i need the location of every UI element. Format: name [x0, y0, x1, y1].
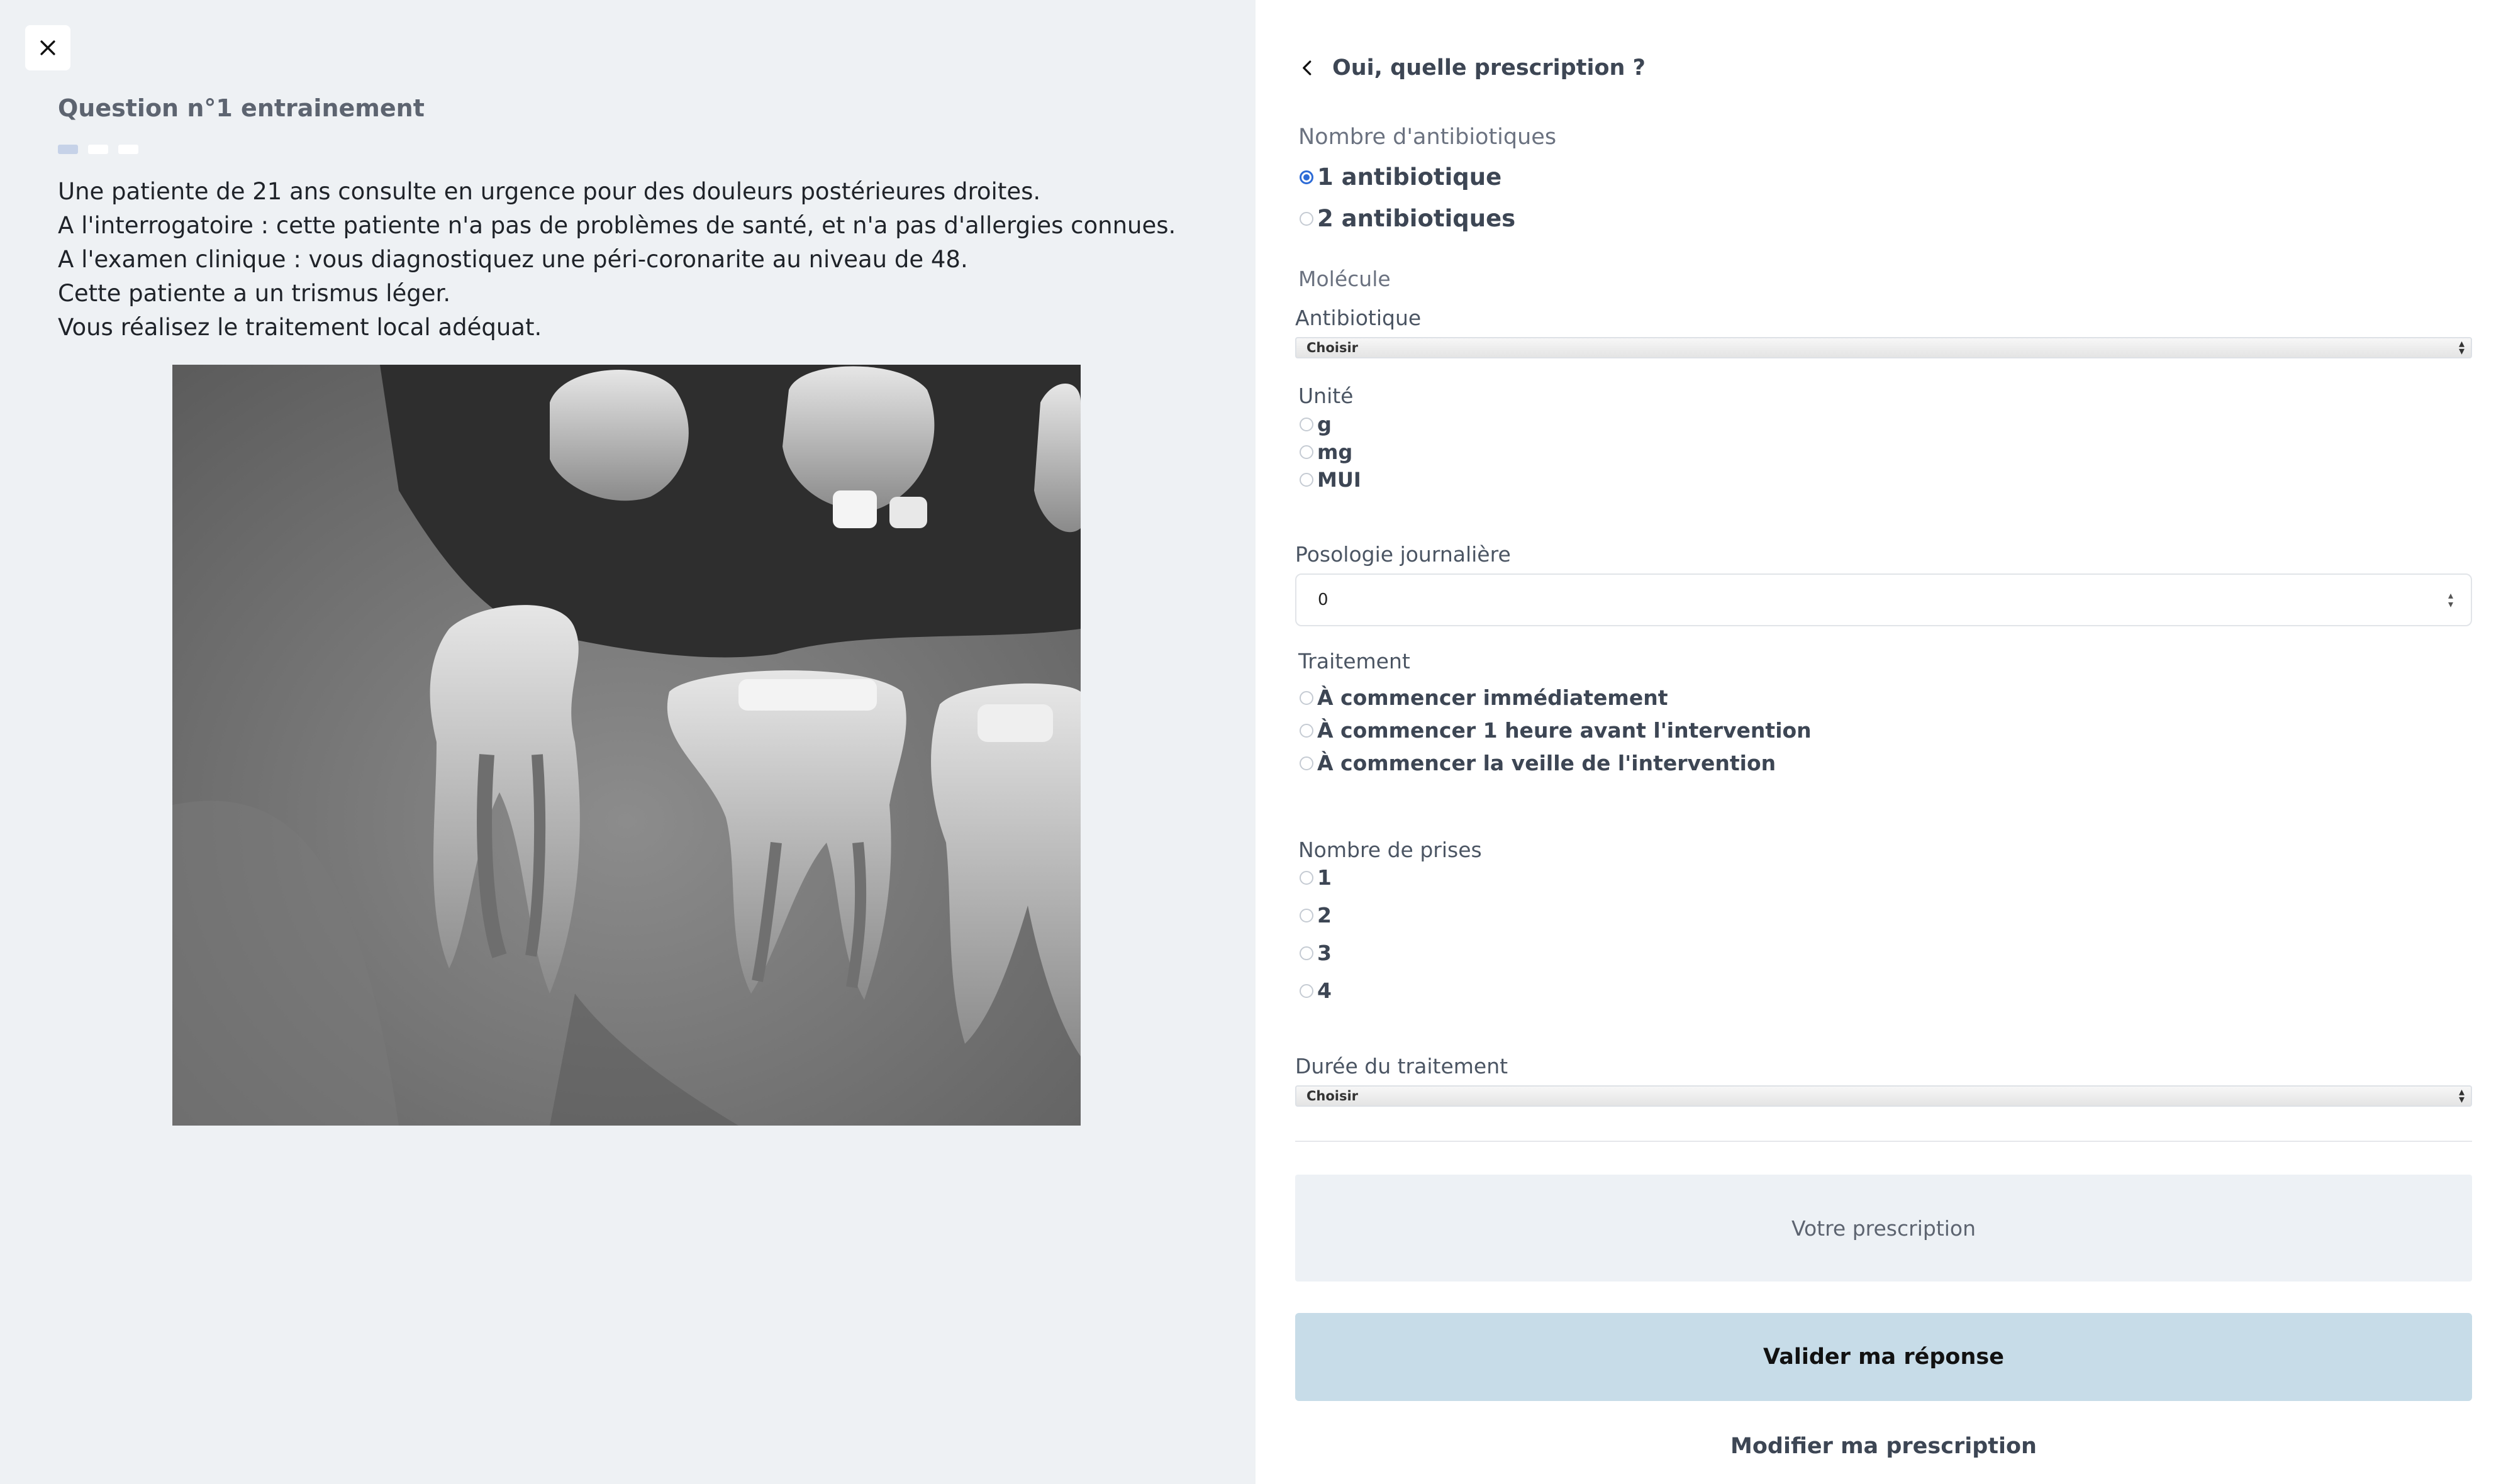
radio-label: g: [1317, 413, 1332, 436]
progress-step-1: [58, 145, 78, 154]
duration-select-value: Choisir: [1306, 1088, 1359, 1104]
radio-intakes-1[interactable]: 1: [1300, 865, 1332, 890]
close-button[interactable]: [25, 25, 70, 70]
radio-button[interactable]: [1300, 908, 1313, 922]
antibiotic-select[interactable]: Choisir ▴ ▾: [1295, 337, 2472, 358]
radio-antibiotic-2[interactable]: 2 antibiotiques: [1300, 205, 1515, 232]
radio-button[interactable]: [1300, 170, 1313, 184]
unit-label: Unité: [1298, 384, 1354, 408]
radio-intakes-3[interactable]: 3: [1300, 941, 1332, 965]
radio-treatment-1h-before[interactable]: À commencer 1 heure avant l'intervention: [1300, 718, 1812, 743]
question-line: A l'interrogatoire : cette patiente n'a …: [58, 212, 1176, 239]
radio-label: À commencer la veille de l'intervention: [1317, 751, 1776, 775]
treatment-label: Traitement: [1298, 649, 1410, 673]
radio-label: À commencer immédiatement: [1317, 685, 1668, 710]
back-button[interactable]: Oui, quelle prescription ?: [1298, 55, 1646, 80]
dental-xray-image: [172, 365, 1081, 1126]
radio-antibiotic-1[interactable]: 1 antibiotique: [1300, 163, 1501, 191]
antibiotic-select-value: Choisir: [1306, 340, 1359, 355]
radio-label: 2: [1317, 903, 1332, 928]
radio-intakes-4[interactable]: 4: [1300, 978, 1332, 1003]
antibiotic-field-label: Antibiotique: [1295, 306, 1422, 330]
spinner-icon[interactable]: ▴ ▾: [2448, 590, 2453, 609]
radio-label: 2 antibiotiques: [1317, 205, 1516, 232]
radio-button[interactable]: [1300, 473, 1313, 487]
divider: [1295, 1141, 2472, 1142]
radio-button[interactable]: [1300, 445, 1313, 459]
question-line: A l'examen clinique : vous diagnostiquez…: [58, 246, 968, 273]
dosage-value: 0: [1318, 590, 1328, 609]
radio-label: À commencer 1 heure avant l'intervention: [1317, 718, 1812, 743]
progress-step-3: [118, 145, 138, 154]
select-arrows-icon: ▴ ▾: [2458, 337, 2465, 358]
prescription-summary-label: Votre prescription: [1791, 1215, 1976, 1241]
question-text: Une patiente de 21 ans consulte en urgen…: [58, 175, 1176, 345]
radio-treatment-immediate[interactable]: À commencer immédiatement: [1300, 685, 1668, 710]
question-title: Question n°1 entrainement: [58, 94, 425, 122]
radio-label: 1 antibiotique: [1317, 163, 1502, 191]
radio-button[interactable]: [1300, 870, 1313, 885]
radio-unit-mui[interactable]: MUI: [1300, 468, 1361, 492]
radio-label: 4: [1317, 978, 1332, 1003]
prescription-summary-box: Votre prescription: [1295, 1175, 2472, 1282]
radio-button[interactable]: [1300, 211, 1313, 226]
radio-button[interactable]: [1300, 983, 1313, 998]
radio-label: 1: [1317, 865, 1332, 890]
duration-select[interactable]: Choisir ▴ ▾: [1295, 1085, 2472, 1107]
intakes-label: Nombre de prises: [1298, 838, 1482, 862]
radio-button[interactable]: [1300, 946, 1313, 960]
question-panel: Question n°1 entrainement Une patiente d…: [0, 0, 1256, 1484]
question-line: Cette patiente a un trismus léger.: [58, 280, 451, 307]
question-progress: [58, 145, 138, 154]
radio-button[interactable]: [1300, 756, 1313, 770]
radio-label: MUI: [1317, 468, 1361, 492]
radio-intakes-2[interactable]: 2: [1300, 903, 1332, 928]
radio-unit-mg[interactable]: mg: [1300, 440, 1352, 464]
radio-label: 3: [1317, 941, 1332, 965]
chevron-left-icon: [1303, 60, 1312, 75]
select-arrows-icon: ▴ ▾: [2458, 1085, 2465, 1106]
radio-button[interactable]: [1300, 723, 1313, 738]
progress-step-2: [88, 145, 108, 154]
molecule-label: Molécule: [1298, 267, 1391, 291]
panel-title: Oui, quelle prescription ?: [1332, 55, 1646, 80]
validate-answer-button[interactable]: Valider ma réponse: [1295, 1313, 2472, 1401]
radio-unit-g[interactable]: g: [1300, 413, 1332, 436]
validate-answer-label: Valider ma réponse: [1763, 1344, 2004, 1370]
dosage-input[interactable]: 0 ▴ ▾: [1295, 573, 2472, 626]
question-line: Une patiente de 21 ans consulte en urgen…: [58, 178, 1041, 205]
radio-button[interactable]: [1300, 690, 1313, 705]
dosage-label: Posologie journalière: [1295, 542, 1511, 567]
radio-button[interactable]: [1300, 418, 1313, 431]
close-icon: [40, 40, 55, 55]
radio-label: mg: [1317, 440, 1353, 464]
radio-treatment-day-before[interactable]: À commencer la veille de l'intervention: [1300, 751, 1776, 775]
question-line: Vous réalisez le traitement local adéqua…: [58, 314, 542, 341]
duration-label: Durée du traitement: [1295, 1054, 1508, 1078]
antibiotic-count-label: Nombre d'antibiotiques: [1298, 125, 1557, 150]
modify-prescription-button[interactable]: Modifier ma prescription: [1295, 1434, 2472, 1459]
